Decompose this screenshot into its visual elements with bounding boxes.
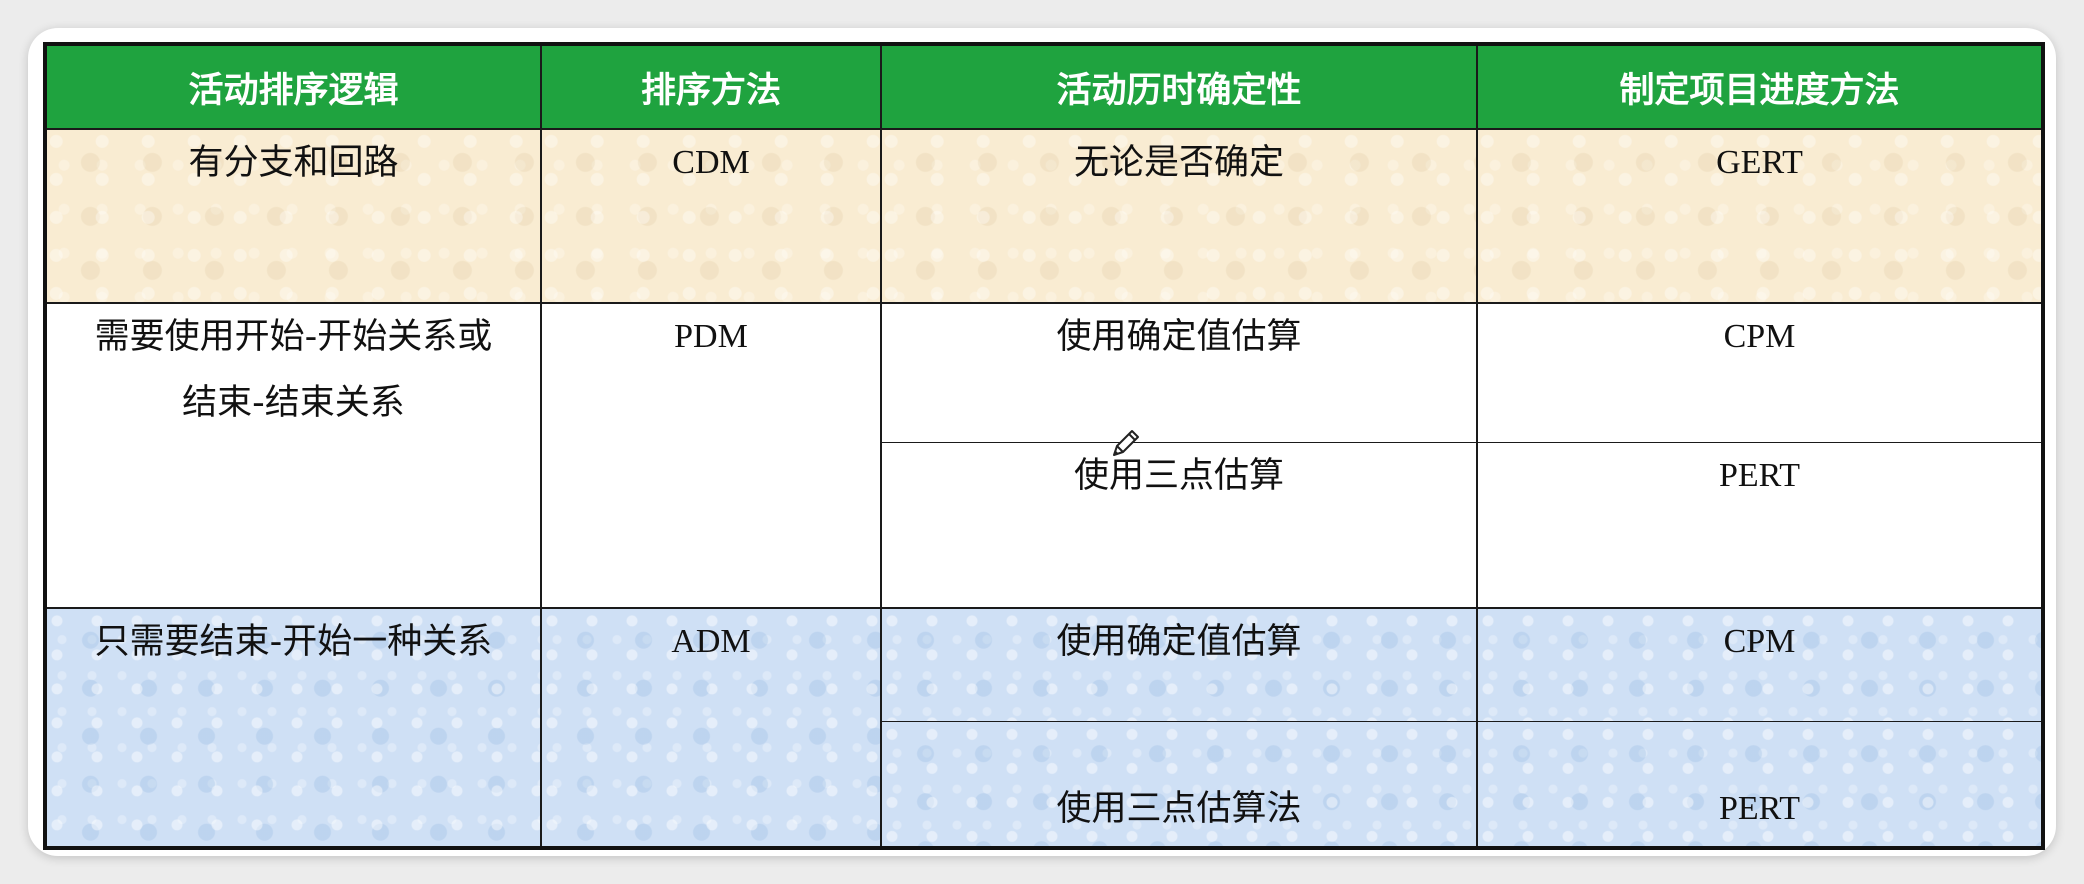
cell-logic-text: 需要使用开始-开始关系或结束-结束关系 bbox=[94, 317, 493, 423]
header-method: 排序方法 bbox=[540, 43, 882, 130]
table-row: 只需要结束-开始一种关系 ADM 使用确定值估算 CPM bbox=[44, 607, 2044, 849]
header-schedule: 制定项目进度方法 bbox=[1476, 43, 2044, 130]
cell-certainty: 使用三点估算 bbox=[880, 442, 1478, 609]
cell-certainty: 使用三点估算法 bbox=[880, 721, 1478, 849]
cell-schedule: PERT bbox=[1476, 721, 2044, 849]
cell-schedule: GERT bbox=[1476, 128, 2044, 304]
cell-certainty: 使用确定值估算 bbox=[880, 302, 1478, 443]
cell-logic: 只需要结束-开始一种关系 bbox=[44, 607, 542, 849]
cell-certainty: 无论是否确定 bbox=[880, 128, 1478, 304]
table-row: 需要使用开始-开始关系或结束-结束关系 PDM 使用确定值估算 CPM bbox=[44, 302, 2044, 609]
cell-schedule: CPM bbox=[1476, 607, 2044, 722]
header-certainty: 活动历时确定性 bbox=[880, 43, 1478, 130]
schedule-method-table: 活动排序逻辑 排序方法 活动历时确定性 制定项目进度方法 有分支和回路 CDM … bbox=[43, 42, 2045, 850]
cell-schedule: PERT bbox=[1476, 442, 2044, 609]
pencil-cursor-icon bbox=[1113, 430, 1139, 456]
cell-method: CDM bbox=[540, 128, 882, 304]
cell-schedule: CPM bbox=[1476, 302, 2044, 443]
cell-method: ADM bbox=[540, 607, 882, 849]
cell-certainty: 使用确定值估算 bbox=[880, 607, 1478, 722]
cell-logic: 需要使用开始-开始关系或结束-结束关系 bbox=[44, 302, 542, 609]
header-logic: 活动排序逻辑 bbox=[44, 43, 542, 130]
cell-logic: 有分支和回路 bbox=[44, 128, 542, 304]
table-header-row: 活动排序逻辑 排序方法 活动历时确定性 制定项目进度方法 bbox=[44, 43, 2044, 130]
cell-method: PDM bbox=[540, 302, 882, 609]
table-row: 有分支和回路 CDM 无论是否确定 GERT bbox=[44, 128, 2044, 304]
